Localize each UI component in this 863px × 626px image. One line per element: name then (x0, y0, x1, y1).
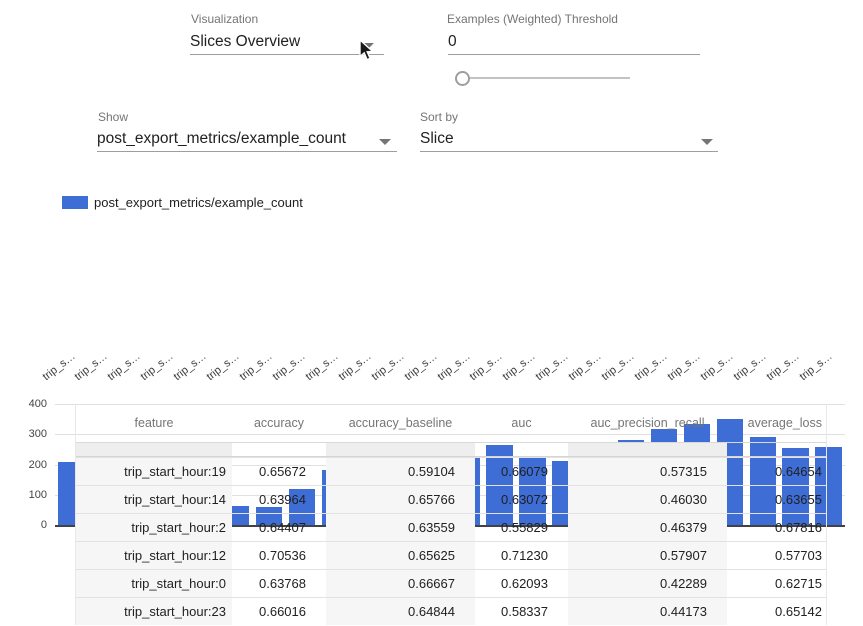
metric-cell: 0.58337 (475, 597, 568, 625)
y-axis-tick-label: 200 (17, 459, 47, 471)
feature-cell: trip_start_hour:2 (76, 513, 232, 541)
metric-cell: 0.59104 (326, 457, 475, 485)
metric-cell: 0.42289 (568, 569, 727, 597)
table-header-row: featureaccuracyaccuracy_baselineaucauc_p… (76, 404, 826, 443)
chevron-down-icon[interactable] (701, 139, 713, 145)
filter-cell (568, 443, 727, 457)
threshold-label: Examples (Weighted) Threshold (447, 12, 618, 26)
table-row[interactable]: trip_start_hour:140.639640.657660.630720… (76, 485, 826, 513)
mouse-cursor (359, 39, 376, 62)
column-header-auc_precision_recall[interactable]: auc_precision_recall (568, 404, 727, 443)
filter-cell (232, 443, 326, 457)
visualization-label: Visualization (191, 12, 258, 26)
metric-cell: 0.63559 (326, 513, 475, 541)
metric-cell: 0.65625 (326, 541, 475, 569)
sort-by-underline (420, 151, 718, 152)
threshold-slider-track[interactable] (462, 77, 630, 79)
metric-cell: 0.57907 (568, 541, 727, 569)
show-underline (97, 151, 397, 152)
feature-cell: trip_start_hour:19 (76, 457, 232, 485)
column-header-auc[interactable]: auc (475, 404, 568, 443)
feature-cell: trip_start_hour:14 (76, 485, 232, 513)
metric-cell: 0.57315 (568, 457, 727, 485)
table-row[interactable]: trip_start_hour:230.660160.648440.583370… (76, 597, 826, 625)
filter-cell (326, 443, 475, 457)
chart-x-axis: trip_s…trip_s…trip_s…trip_s…trip_s…trip_… (0, 185, 863, 395)
metric-cell: 0.46030 (568, 485, 727, 513)
metric-cell: 0.63768 (232, 569, 326, 597)
filter-cell (76, 443, 232, 457)
metric-cell: 0.65672 (232, 457, 326, 485)
metric-cell: 0.67816 (727, 513, 826, 541)
metric-cell: 0.66667 (326, 569, 475, 597)
show-label: Show (98, 110, 128, 124)
filter-cell (727, 443, 826, 457)
table-filter-row (76, 443, 826, 457)
threshold-slider-handle[interactable] (455, 71, 470, 86)
metric-cell: 0.62093 (475, 569, 568, 597)
metric-cell: 0.44173 (568, 597, 727, 625)
y-axis-tick-label: 100 (17, 489, 47, 501)
metric-cell: 0.63964 (232, 485, 326, 513)
column-header-average_loss[interactable]: average_loss (727, 404, 826, 443)
metric-cell: 0.64844 (326, 597, 475, 625)
metric-cell: 0.62715 (727, 569, 826, 597)
sort-by-label: Sort by (420, 110, 458, 124)
table-row[interactable]: trip_start_hour:20.644070.635590.558290.… (76, 513, 826, 541)
metric-cell: 0.65766 (326, 485, 475, 513)
metric-cell: 0.66079 (475, 457, 568, 485)
sort-by-select[interactable]: Slice (420, 130, 454, 148)
metric-cell: 0.70536 (232, 541, 326, 569)
metric-cell: 0.46379 (568, 513, 727, 541)
y-axis-tick-label: 300 (17, 428, 47, 440)
feature-cell: trip_start_hour:23 (76, 597, 232, 625)
feature-cell: trip_start_hour:0 (76, 569, 232, 597)
filter-cell (475, 443, 568, 457)
table-row[interactable]: trip_start_hour:120.705360.656250.712300… (76, 541, 826, 569)
table-row[interactable]: trip_start_hour:00.637680.666670.620930.… (76, 569, 826, 597)
threshold-underline (448, 54, 700, 55)
slicing-metrics-view: Visualization Slices Overview Examples (… (0, 0, 863, 626)
metric-cell: 0.71230 (475, 541, 568, 569)
visualization-select[interactable]: Slices Overview (190, 33, 300, 51)
metric-cell: 0.55829 (475, 513, 568, 541)
column-header-accuracy[interactable]: accuracy (232, 404, 326, 443)
metric-cell: 0.63655 (727, 485, 826, 513)
metric-cell: 0.64654 (727, 457, 826, 485)
table-row[interactable]: trip_start_hour:190.656720.591040.660790… (76, 457, 826, 485)
y-axis-tick-label: 400 (17, 398, 47, 410)
metrics-table: featureaccuracyaccuracy_baselineaucauc_p… (75, 404, 827, 625)
metric-cell: 0.66016 (232, 597, 326, 625)
show-select[interactable]: post_export_metrics/example_count (97, 130, 346, 148)
column-header-accuracy_baseline[interactable]: accuracy_baseline (326, 404, 475, 443)
feature-cell: trip_start_hour:12 (76, 541, 232, 569)
visualization-underline (190, 54, 384, 55)
chart-y-axis: 0100200300400 (17, 404, 47, 534)
metric-cell: 0.64407 (232, 513, 326, 541)
y-axis-tick-label: 0 (17, 519, 47, 531)
metric-cell: 0.57703 (727, 541, 826, 569)
threshold-input[interactable]: 0 (448, 33, 457, 51)
example-count-bar-chart: 0100200300400 trip_s…trip_s…trip_s…trip_… (0, 185, 863, 395)
metric-cell: 0.63072 (475, 485, 568, 513)
metric-cell: 0.65142 (727, 597, 826, 625)
chevron-down-icon[interactable] (379, 139, 391, 145)
column-header-feature[interactable]: feature (76, 404, 232, 443)
